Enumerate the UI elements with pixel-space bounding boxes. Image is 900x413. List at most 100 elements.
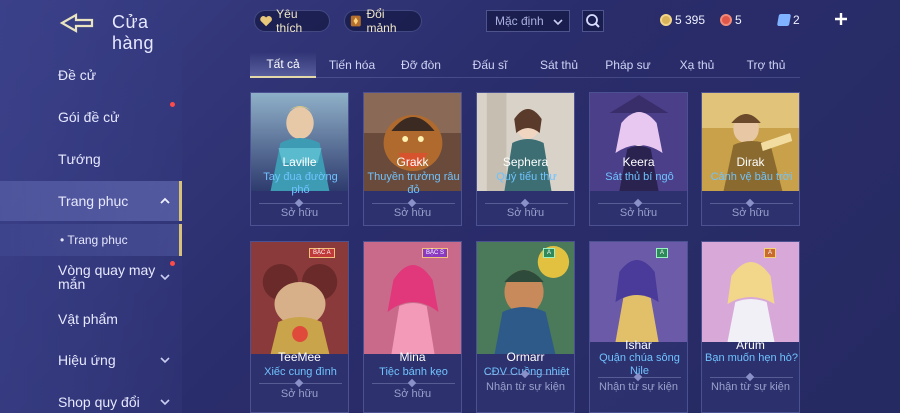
tab-mage[interactable]: Pháp sư	[594, 52, 662, 78]
skin-name: Cảnh vệ bầu trời	[710, 171, 793, 183]
skin-card-grakk[interactable]: Grakk Thuyền trưởng râu đỏ Sở hữu	[363, 92, 462, 226]
sidebar-item-featured-bundles[interactable]: Gói đề cử	[0, 102, 182, 128]
notification-dot	[170, 261, 175, 266]
skin-card-teemee[interactable]: BẬC A TeeMee Xiếc cung đình Sở hữu	[250, 241, 349, 413]
heart-icon	[260, 16, 272, 27]
skin-name: Tay đua đường phố	[263, 171, 338, 196]
hero-name: Laville	[282, 155, 317, 169]
skin-name: Bạn muốn hẹn hò?	[705, 352, 798, 364]
honor-icon	[720, 14, 732, 26]
skin-card-dirak[interactable]: Dirak Cảnh vệ bầu trời Sở hữu	[701, 92, 800, 226]
chevron-down-icon	[553, 19, 563, 26]
sort-select[interactable]: Mặc định	[486, 10, 570, 32]
ownership-status: Nhận từ sự kiện	[599, 381, 678, 393]
page-title: Cửa hàng	[112, 12, 155, 53]
divider	[372, 378, 455, 388]
sidebar-item-effects[interactable]: Hiệu ứng	[0, 349, 182, 371]
tier-badge: A	[656, 248, 669, 258]
skin-artwork	[477, 242, 574, 354]
sidebar-item-label: Vật phẩm	[58, 311, 118, 327]
tab-marksman[interactable]: Xạ thủ	[664, 52, 730, 78]
sidebar-item-skins[interactable]: Trang phục	[0, 181, 182, 221]
sidebar-item-label: Hiệu ứng	[58, 352, 116, 368]
favorite-label: Yêu thích	[276, 7, 303, 35]
sidebar-item-label: Vòng quay may mắn	[58, 262, 156, 292]
skin-card-arum[interactable]: A Arum Bạn muốn hẹn hò? Nhận từ sự kiện	[701, 241, 800, 413]
honor-counter: 5	[720, 12, 742, 28]
hero-name: TeeMee	[278, 350, 321, 364]
ownership-status: Sở hữu	[393, 388, 432, 400]
chevron-down-icon	[160, 399, 170, 406]
back-icon[interactable]	[58, 12, 96, 34]
shard-icon	[350, 15, 361, 27]
skin-card-ishar[interactable]: A Ishar Quận chúa sông Nile Nhận từ sự k…	[589, 241, 688, 413]
chevron-down-icon	[160, 274, 170, 281]
honor-value: 5	[735, 13, 742, 27]
divider	[710, 198, 793, 208]
tier-badge: BẬC A	[309, 248, 335, 258]
tab-tank[interactable]: Đỡ đòn	[388, 52, 454, 78]
divider	[485, 198, 568, 208]
sidebar-item-exchange-shop[interactable]: Shop quy đổi	[0, 391, 182, 413]
hero-name: Ishar	[625, 338, 652, 352]
tab-evolution[interactable]: Tiến hóa	[318, 52, 386, 78]
sidebar-item-label: Tướng	[58, 151, 101, 167]
chevron-down-icon	[160, 357, 170, 364]
favorite-button[interactable]: Yêu thích	[254, 7, 330, 35]
card-counter: 2	[776, 12, 800, 28]
gold-counter: 5 395	[660, 12, 705, 28]
divider	[710, 372, 793, 382]
sidebar-item-featured[interactable]: Đề cử	[0, 64, 182, 86]
skin-artwork	[251, 242, 348, 354]
tab-all[interactable]: Tất cả	[250, 52, 316, 78]
ownership-status: Nhận từ sự kiện	[486, 381, 565, 393]
sidebar-item-heroes[interactable]: Tướng	[0, 148, 182, 170]
hero-name: Grakk	[396, 155, 429, 169]
divider	[485, 369, 568, 379]
skin-card-mina[interactable]: BẬC S Mina Tiệc bánh kẹo Sở hữu	[363, 241, 462, 413]
sidebar-item-label: Shop quy đổi	[58, 394, 140, 410]
hero-name: Dirak	[736, 155, 765, 169]
skin-artwork	[702, 242, 799, 342]
sidebar-subitem-skins[interactable]: • Trang phục	[0, 224, 182, 256]
chevron-up-icon	[160, 197, 170, 204]
divider	[259, 378, 342, 388]
sidebar-item-label: Đề cử	[58, 67, 97, 83]
skin-card-keera[interactable]: Keera Sát thủ bí ngô Sở hữu	[589, 92, 688, 226]
category-tabs: Tất cả Tiến hóa Đỡ đòn Đấu sĩ Sát thủ Ph…	[250, 52, 800, 78]
skin-name: Xiếc cung đình	[264, 366, 337, 378]
tab-fighter[interactable]: Đấu sĩ	[456, 52, 524, 78]
notification-dot	[170, 102, 175, 107]
ownership-status: Sở hữu	[619, 207, 658, 219]
hero-name: Mina	[399, 350, 426, 364]
sidebar: Cửa hàng Đề cử Gói đề cử Tướng Trang phụ…	[0, 0, 182, 413]
skin-card-laville[interactable]: Laville Tay đua đường phố Sở hữu	[250, 92, 349, 226]
ownership-status: Nhận từ sự kiện	[711, 381, 790, 393]
sidebar-item-lucky-spin[interactable]: Vòng quay may mắn	[0, 261, 182, 292]
tier-badge: A	[764, 248, 777, 258]
skin-artwork	[364, 242, 461, 354]
ownership-status: Sở hữu	[280, 388, 319, 400]
ownership-status: Sở hữu	[280, 207, 319, 219]
hero-name: Sephera	[502, 155, 549, 169]
skin-name: Sát thủ bí ngô	[605, 171, 674, 183]
skin-artwork	[590, 242, 687, 342]
plus-icon[interactable]	[832, 10, 850, 28]
sidebar-item-label: Trang phục	[58, 193, 129, 209]
tier-badge: A	[543, 248, 556, 258]
hero-name: Arum	[736, 338, 765, 352]
search-button[interactable]	[582, 10, 604, 32]
skin-card-ormarr[interactable]: A Ormarr CĐV Cuồng nhiệt Nhận từ sự kiện	[476, 241, 575, 413]
sidebar-item-items[interactable]: Vật phẩm	[0, 308, 182, 330]
skin-name: Tiệc bánh kẹo	[379, 366, 448, 378]
exchange-shards-button[interactable]: Đổi mảnh	[344, 7, 422, 35]
card-value: 2	[793, 13, 800, 27]
hero-name: Keera	[622, 155, 655, 169]
tab-support[interactable]: Trợ thủ	[732, 52, 800, 78]
tab-assassin[interactable]: Sát thủ	[526, 52, 592, 78]
skin-card-sephera[interactable]: Sephera Quý tiểu thư Sở hữu	[476, 92, 575, 226]
search-icon	[586, 14, 600, 28]
divider	[598, 198, 681, 208]
skin-name: Quý tiểu thư	[496, 171, 557, 183]
exchange-label: Đổi mảnh	[366, 7, 397, 35]
